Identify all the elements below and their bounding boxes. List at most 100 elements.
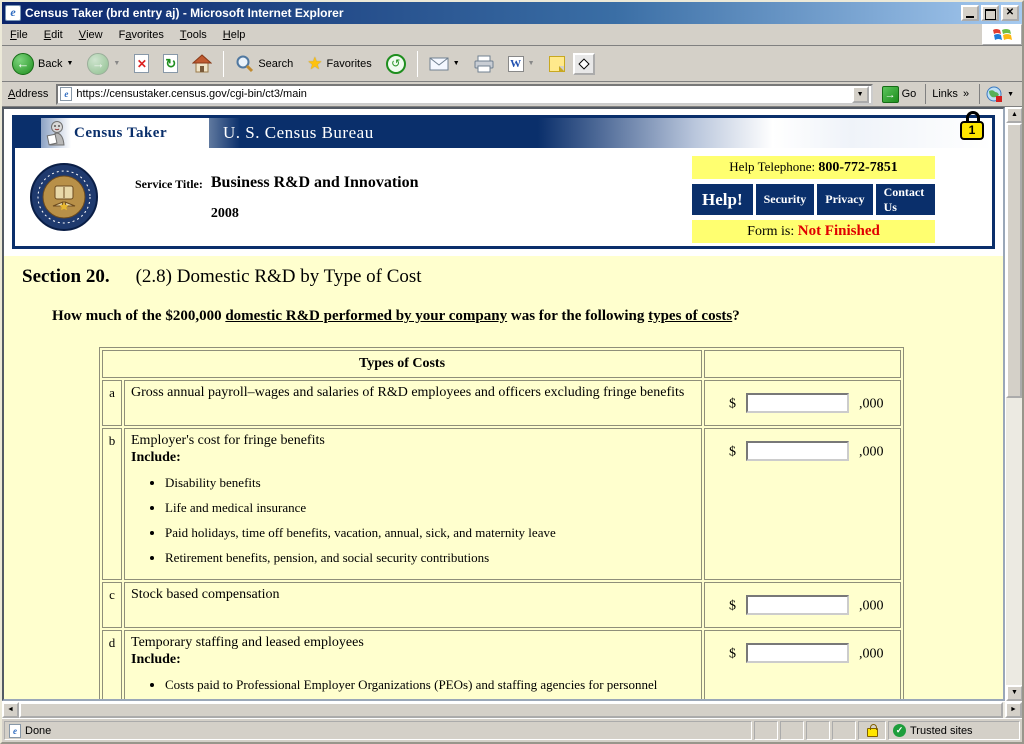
menu-item[interactable]: Tools xyxy=(172,24,215,45)
stop-button[interactable]: ✕ xyxy=(128,51,155,76)
question-text: How much of the $200,000 domestic R&D pe… xyxy=(52,308,1003,325)
forward-dropdown-icon[interactable]: ▼ xyxy=(113,60,120,67)
status-panel xyxy=(832,721,856,740)
menu-item[interactable]: Help xyxy=(215,24,254,45)
address-input[interactable]: e https://censustaker.census.gov/cgi-bin… xyxy=(56,83,873,105)
dollar-sign: $ xyxy=(729,598,736,614)
row-letter: c xyxy=(102,582,122,628)
toolbar-separator xyxy=(223,50,225,77)
help-telephone-number: 800-772-7851 xyxy=(818,160,898,175)
question-underlined-2: types of costs xyxy=(648,308,733,324)
back-dropdown-icon[interactable]: ▼ xyxy=(66,60,73,67)
note-icon xyxy=(548,55,565,72)
status-ie-icon: e xyxy=(9,723,21,738)
header-nav-button[interactable]: Contact Us xyxy=(875,184,935,215)
search-label: Search xyxy=(258,57,294,70)
favorites-button[interactable]: ★ Favorites xyxy=(301,51,378,77)
edit-dropdown-icon[interactable]: ▼ xyxy=(528,60,535,67)
table-header-row: Types of Costs xyxy=(102,350,901,378)
back-icon: ← xyxy=(12,52,34,75)
pdf-dropdown-icon[interactable]: ▼ xyxy=(1007,91,1014,98)
menu-item[interactable]: File xyxy=(2,24,36,45)
service-title-block: Service Title: Business R&D and Innovati… xyxy=(135,174,419,232)
address-dropdown-button[interactable]: ▼ xyxy=(851,85,869,103)
notes-button[interactable] xyxy=(543,53,571,75)
row-description: Stock based compensation xyxy=(124,582,702,628)
status-bar: e Done ✓ Trusted sites xyxy=(2,718,1022,742)
discuss-button[interactable] xyxy=(572,52,595,75)
service-title: Business R&D and Innovation xyxy=(210,174,419,191)
horizontal-scroll-thumb[interactable] xyxy=(19,702,1003,718)
menu-item[interactable]: View xyxy=(71,24,111,45)
include-label: Include: xyxy=(131,652,181,667)
links-chevron-icon[interactable]: » xyxy=(963,88,969,100)
menu-item[interactable]: Fa vorites xyxy=(111,24,172,45)
home-icon xyxy=(192,54,213,73)
section-heading: Section 20. (2.8) Domestic R&D by Type of… xyxy=(4,266,1003,288)
bullet-list: Costs paid to Professional Employer Orga… xyxy=(165,677,695,693)
status-message-panel: e Done xyxy=(4,721,752,740)
scroll-left-button[interactable]: ◄ xyxy=(2,702,19,718)
amount-input[interactable] xyxy=(746,441,849,461)
vertical-scrollbar[interactable]: ▲ ▼ xyxy=(1005,107,1022,701)
vertical-scroll-track[interactable] xyxy=(1006,398,1022,685)
thousand-suffix: ,000 xyxy=(859,396,884,412)
menu-items: File Edit View Fa vorites Tools Help xyxy=(2,24,982,45)
back-button[interactable]: ← Back ▼ xyxy=(6,50,79,78)
refresh-button[interactable]: ↻ xyxy=(157,51,184,76)
row-amount-cell: $ ,000 xyxy=(704,380,901,426)
thousand-suffix: ,000 xyxy=(859,444,884,460)
security-zone-label: Trusted sites xyxy=(910,724,973,737)
row-text: Stock based compensation xyxy=(131,587,280,602)
page-body: Section 20. (2.8) Domestic R&D by Type of… xyxy=(4,256,1003,699)
amount-input[interactable] xyxy=(746,393,849,413)
links-bar[interactable]: Links » xyxy=(925,84,975,104)
ie-logo-icon: e xyxy=(5,5,21,21)
amount-input[interactable] xyxy=(746,643,849,663)
minimize-button[interactable] xyxy=(961,5,979,21)
table-row: a Gross annual payroll–wages and salarie… xyxy=(102,380,901,426)
mail-dropdown-icon[interactable]: ▼ xyxy=(453,60,460,67)
band-left-block xyxy=(15,118,41,148)
header-nav-button[interactable]: Privacy xyxy=(817,184,873,215)
section-title: (2.8) Domestic R&D by Type of Cost xyxy=(135,266,422,287)
mail-button[interactable]: ▼ xyxy=(423,54,466,74)
row-letter: a xyxy=(102,380,122,426)
page-header-area: Census Taker U. S. Census Bureau 1 Servi… xyxy=(4,109,1003,256)
forward-button[interactable]: → ▼ xyxy=(81,50,126,78)
question-suffix: ? xyxy=(732,308,740,324)
menu-item[interactable]: Edit xyxy=(36,24,71,45)
standard-toolbar: ← Back ▼ → ▼ ✕ ↻ Search ★ Favorites ↺ ▼ … xyxy=(2,46,1022,82)
header-nav-button[interactable]: Security xyxy=(755,184,815,215)
close-button[interactable] xyxy=(1001,5,1019,21)
edit-with-word-button[interactable]: W ▼ xyxy=(502,53,541,75)
favorites-star-icon: ★ xyxy=(307,53,323,73)
stop-icon: ✕ xyxy=(134,54,150,73)
go-button[interactable]: → Go xyxy=(877,85,922,103)
scroll-right-button[interactable]: ► xyxy=(1005,702,1022,718)
table-row: d Temporary staffing and leased employee… xyxy=(102,630,901,699)
scroll-down-button[interactable]: ▼ xyxy=(1006,685,1022,701)
browser-window: e Census Taker (brd entry aj) - Microsof… xyxy=(0,0,1024,744)
row-letter: d xyxy=(102,630,122,699)
security-zone-panel: ✓ Trusted sites xyxy=(888,721,1020,740)
header-nav-button[interactable]: Help! xyxy=(692,184,753,215)
horizontal-scrollbar[interactable]: ◄ ► xyxy=(2,701,1022,718)
bullet-item: Life and medical insurance xyxy=(165,500,695,516)
restore-button[interactable] xyxy=(981,5,999,21)
scroll-up-button[interactable]: ▲ xyxy=(1006,107,1022,123)
form-status-value: Not Finished xyxy=(797,223,880,239)
thousand-suffix: ,000 xyxy=(859,598,884,614)
census-header-box: Census Taker U. S. Census Bureau 1 Servi… xyxy=(12,111,995,249)
history-button[interactable]: ↺ xyxy=(380,51,412,77)
census-taker-brand: Census Taker xyxy=(41,118,209,148)
address-label: Address xyxy=(8,88,49,100)
go-label: Go xyxy=(901,88,917,100)
search-button[interactable]: Search xyxy=(229,51,299,76)
vertical-scroll-thumb[interactable] xyxy=(1006,123,1022,398)
print-button[interactable] xyxy=(468,52,500,76)
amount-input[interactable] xyxy=(746,595,849,615)
pdf-toolbar-button[interactable]: ▼ xyxy=(979,84,1020,104)
lock-body: 1 xyxy=(960,121,984,140)
home-button[interactable] xyxy=(186,51,218,76)
